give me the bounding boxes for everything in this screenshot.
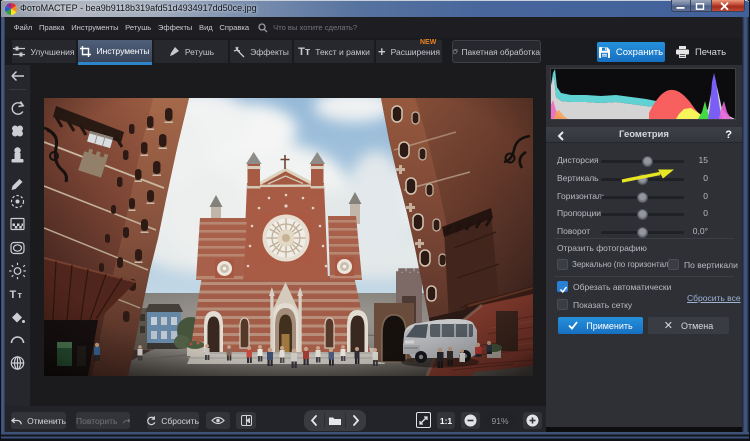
svg-text:T: T <box>10 289 17 301</box>
svg-text:т: т <box>18 290 23 300</box>
